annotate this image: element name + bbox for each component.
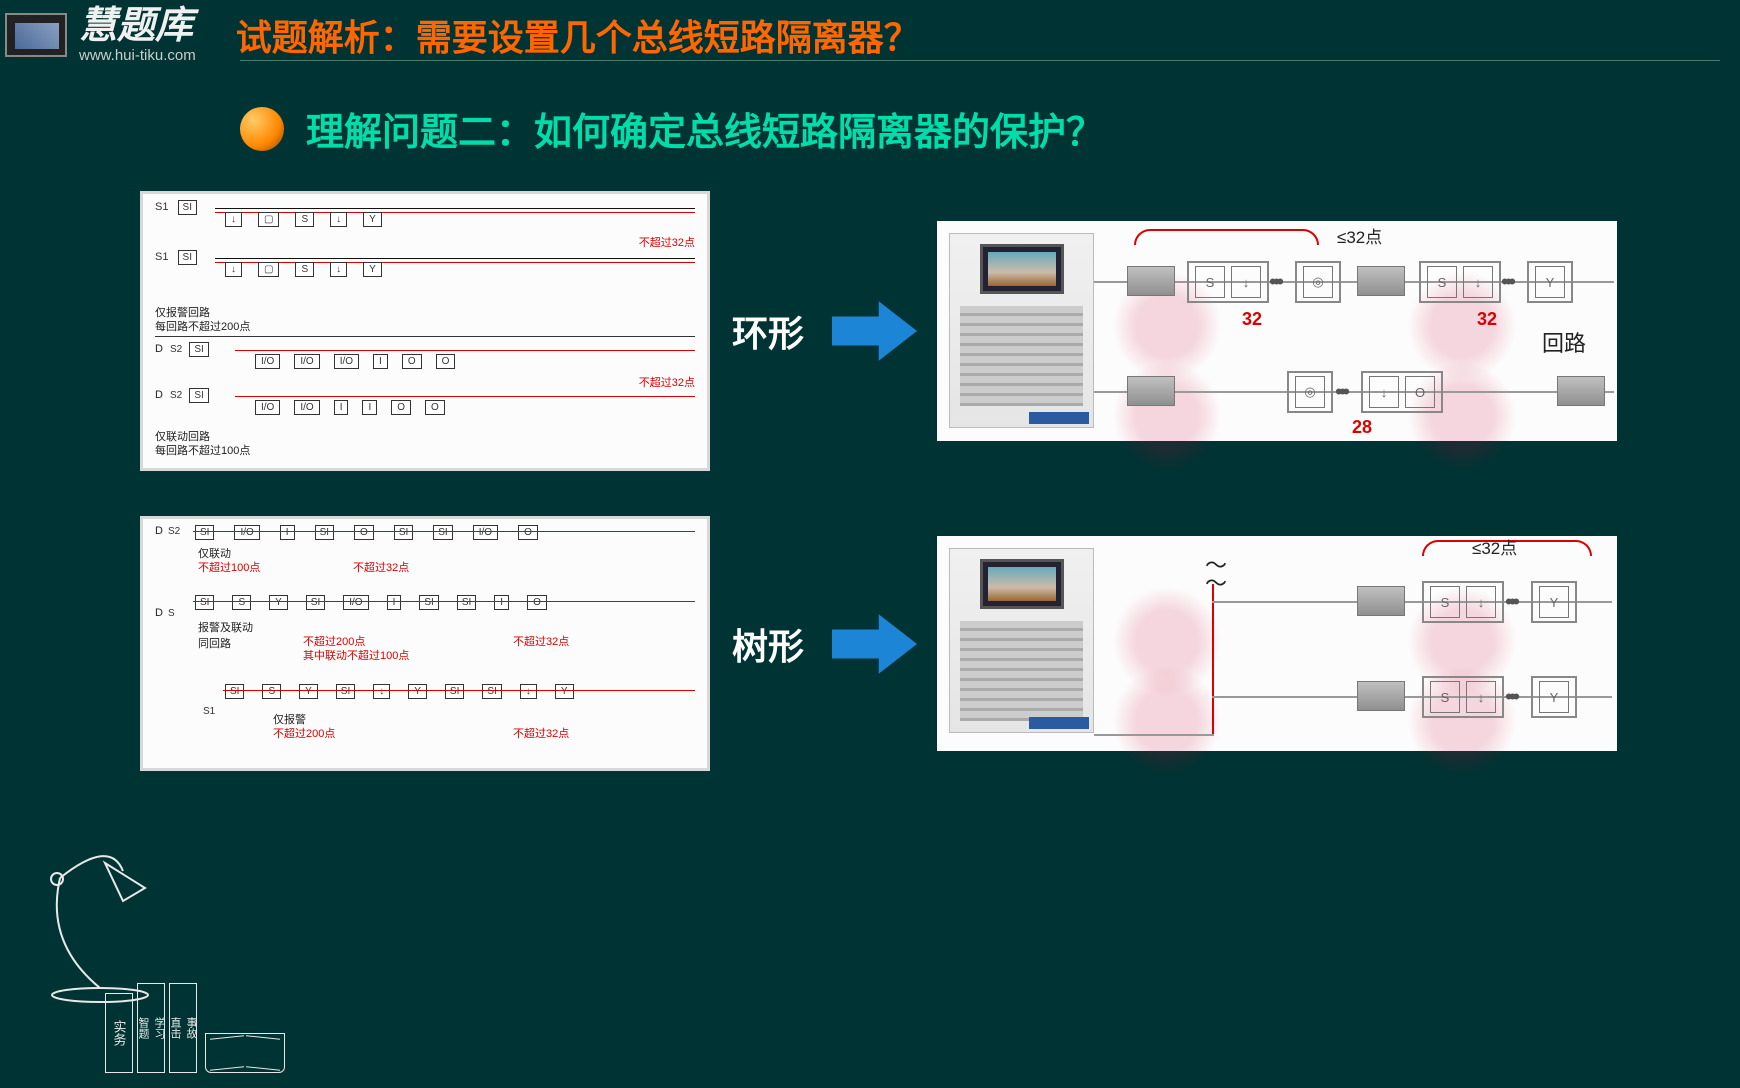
note-200: 每回路不超过200点 xyxy=(155,321,250,333)
isolator-icon xyxy=(1357,586,1405,616)
note-combo: 报警及联动 同回路 xyxy=(198,622,253,650)
isolator-icon xyxy=(1557,376,1605,406)
isolator-icon xyxy=(1127,376,1175,406)
book-icon: 直击 事故 xyxy=(169,983,197,1073)
open-book-icon xyxy=(205,1033,285,1073)
row-ring: S1 SI ↓ ▢ S ↓ Y 不超过32点 S1 SI ↓ ▢ S ↓ Y 仅… xyxy=(0,191,1740,471)
brand-url: www.hui-tiku.com xyxy=(79,47,196,64)
ring-left-diagram: S1 SI ↓ ▢ S ↓ Y 不超过32点 S1 SI ↓ ▢ S ↓ Y 仅… xyxy=(140,191,710,471)
fire-panel-icon xyxy=(949,233,1094,428)
symbol-s-icon: S xyxy=(1195,266,1225,298)
ring-label: 环形 xyxy=(732,305,817,357)
symbol-detector-icon: ↓ xyxy=(1231,266,1261,298)
isolator-icon xyxy=(1127,266,1175,296)
lte32-label-tree: ≤32点 xyxy=(1472,534,1517,559)
brand-name: 慧题库 xyxy=(79,7,196,45)
tree-right-diagram: ≤32点 〜 〜 S ↓ ••• Y S ↓ ••• Y xyxy=(937,536,1617,751)
limit-100: 不超过100点 xyxy=(198,562,260,574)
ring-right-diagram: ≤32点 S ↓ ••• ◎ 32 S ↓ ••• Y 32 回路 ◎ ••• … xyxy=(937,221,1617,441)
label-s1b: S1 xyxy=(155,251,168,263)
page-title: 试题解析：需要设置几个总线短路隔离器？ xyxy=(236,9,920,61)
count-32a: 32 xyxy=(1242,309,1262,330)
bullet-icon xyxy=(240,107,284,151)
symbol-bell-icon: ◎ xyxy=(1303,266,1333,298)
row-tree: D S2 SI I/O I SI O SI SI I/O O 仅联动 不超过10… xyxy=(0,516,1740,771)
limit-lian100: 其中联动不超过100点 xyxy=(303,650,409,662)
count-32b: 32 xyxy=(1477,309,1497,330)
logo-icon xyxy=(5,13,67,57)
tilde-icon: 〜 xyxy=(1205,566,1227,598)
label-s1: S1 xyxy=(155,201,168,213)
isolator-icon xyxy=(1357,266,1405,296)
header: 慧题库 www.hui-tiku.com 试题解析：需要设置几个总线短路隔离器？ xyxy=(0,0,1740,60)
si-box: SI xyxy=(178,200,197,215)
note-100: 每回路不超过100点 xyxy=(155,445,250,457)
limit-32a: 不超过32点 xyxy=(639,237,695,249)
isolator-icon xyxy=(1357,681,1405,711)
brand: 慧题库 www.hui-tiku.com xyxy=(79,7,196,64)
subtitle-row: 理解问题二：如何确定总线短路隔离器的保护？ xyxy=(240,101,1740,156)
title-prefix: 试题解析： xyxy=(236,17,416,58)
tree-label: 树形 xyxy=(732,618,817,670)
subtitle-prefix: 理解问题二： xyxy=(306,112,534,154)
book-icon: 实务 xyxy=(105,993,133,1073)
fire-panel-icon xyxy=(949,548,1094,733)
count-28: 28 xyxy=(1352,417,1372,438)
loop-label: 回路 xyxy=(1542,326,1586,358)
lte32-label: ≤32点 xyxy=(1337,223,1382,248)
tree-left-diagram: D S2 SI I/O I SI O SI SI I/O O 仅联动 不超过10… xyxy=(140,516,710,771)
desk-lamp-icon xyxy=(5,823,155,1003)
brace-icon xyxy=(1134,229,1319,245)
arrow-icon xyxy=(832,614,917,674)
subtitle-main: 如何确定总线短路隔离器的保护？ xyxy=(534,112,1104,154)
title-main: 需要设置几个总线短路隔离器 xyxy=(416,17,884,58)
title-qmark: ？ xyxy=(884,17,920,58)
arrow-icon xyxy=(832,301,917,361)
book-icon: 智题 学习 xyxy=(137,983,165,1073)
books-icon-group: 实务 智题 学习 直击 事故 xyxy=(105,983,285,1073)
subtitle: 理解问题二：如何确定总线短路隔离器的保护？ xyxy=(306,101,1104,156)
